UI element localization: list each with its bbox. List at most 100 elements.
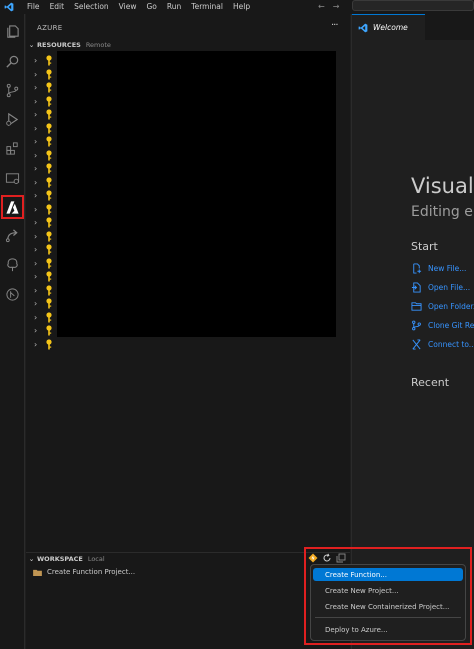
azure-functions-icon[interactable] [307,553,318,564]
create-function-project-item[interactable]: Create Function Project... [33,566,135,578]
clone-git-label: Clone Git Re [428,320,474,330]
chevron-right-icon: › [34,285,38,295]
key-icon [46,338,52,349]
menu-terminal[interactable]: Terminal [186,0,228,14]
deploy-icon[interactable] [0,223,25,247]
chevron-right-icon: › [34,339,38,349]
redacted-region [57,51,336,337]
context-menu-item[interactable]: Create New Containerized Project... [313,600,463,613]
welcome-title: Visual [411,174,474,198]
key-icon [46,217,52,228]
new-file-link[interactable]: New File... [411,261,466,275]
chevron-down-icon: ⌄ [28,554,35,563]
open-file-label: Open File... [428,282,471,292]
folder-icon [33,569,42,576]
chevron-right-icon: › [34,258,38,268]
chevron-right-icon: › [34,312,38,322]
menu-go[interactable]: Go [141,0,161,14]
chevron-right-icon: › [34,218,38,227]
search-icon[interactable] [0,49,25,73]
menu-edit[interactable]: Edit [45,0,70,14]
chevron-right-icon: › [34,231,38,241]
chevron-right-icon: › [34,191,38,200]
activity-bar [0,14,25,649]
chevron-right-icon: › [34,137,38,146]
key-icon [46,311,52,322]
vscode-logo-icon [2,0,16,14]
navigation-arrows: ← → [318,0,339,14]
key-icon [46,271,52,282]
key-icon [46,176,52,187]
context-menu-item[interactable]: Deploy to Azure... [313,623,463,636]
back-arrow-icon[interactable]: ← [318,0,325,14]
context-menu-item[interactable]: Create Function... [313,568,463,581]
clone-git-icon [412,320,421,330]
open-folder-icon [411,301,422,311]
clone-git-link[interactable]: Clone Git Re [411,318,474,332]
key-icon [46,163,52,174]
chevron-right-icon: › [34,326,38,335]
extensions-icon[interactable] [0,136,25,160]
key-icon [46,325,52,336]
key-icon [46,149,52,160]
connect-remote-label: Connect to... [428,339,474,349]
new-file-icon [413,262,422,274]
forward-arrow-icon[interactable]: → [333,0,340,14]
more-actions-icon[interactable]: ··· [331,20,338,31]
tab-welcome[interactable]: Welcome [352,14,425,40]
key-icon [46,109,52,120]
azure-icon[interactable] [0,194,25,220]
key-icon [46,122,52,133]
workspace-section-header[interactable]: ⌄ WORKSPACE Local [26,552,350,564]
collapse-all-icon[interactable] [335,553,346,564]
key-icon [46,82,52,93]
menu-help[interactable]: Help [228,0,255,14]
menu-view[interactable]: View [114,0,142,14]
key-icon [46,190,52,201]
azure-sidebar: AZURE ··· ⌄ RESOURCES Remote › › › › › › › › › › ›… [26,14,350,649]
resource-tree-row[interactable]: › [26,338,346,351]
connect-remote-icon [412,338,421,350]
tree-icon[interactable] [0,252,25,276]
resources-section-header[interactable]: ⌄ RESOURCES Remote [26,39,350,51]
key-icon [46,257,52,268]
chevron-right-icon: › [34,56,38,65]
workspace-title: WORKSPACE [37,554,83,563]
menu-run[interactable]: Run [162,0,186,14]
key-icon [46,68,52,79]
new-file-label: New File... [428,263,467,273]
chevron-right-icon: › [34,272,38,281]
tab-label: Welcome [373,23,408,32]
key-icon [46,230,52,241]
chevron-right-icon: › [34,96,38,106]
sidebar-title: AZURE [37,24,63,32]
menu-selection[interactable]: Selection [69,0,114,14]
chevron-right-icon: › [34,177,38,187]
refresh-icon[interactable] [321,553,332,564]
create-context-menu: Create Function... Create New Project... C… [310,564,466,641]
run-debug-icon[interactable] [0,107,25,131]
context-menu-item[interactable]: Create New Project... [313,584,463,597]
open-file-link[interactable]: Open File... [411,280,470,294]
chevron-right-icon: › [34,299,38,308]
editor-area: Welcome Visual Editing e Start New File.… [351,14,474,649]
menu-file[interactable]: File [22,0,45,14]
key-icon [46,95,52,106]
open-folder-label: Open Folder... [428,301,474,311]
welcome-subtitle: Editing e [411,204,473,220]
start-heading: Start [411,240,438,253]
open-folder-link[interactable]: Open Folder... [411,299,474,313]
command-center-search[interactable] [352,0,474,11]
chevron-right-icon: › [34,164,38,173]
key-icon [46,244,52,255]
key-icon [46,284,52,295]
git-graph-icon[interactable] [0,282,25,306]
source-control-icon[interactable] [0,78,25,102]
remote-explorer-icon[interactable] [0,166,25,190]
editor-tabs: Welcome [352,14,474,40]
menu-separator [315,617,461,618]
chevron-right-icon: › [34,69,38,79]
explorer-icon[interactable] [0,19,25,43]
connect-remote-link[interactable]: Connect to... [411,337,474,351]
open-file-icon [411,281,421,293]
